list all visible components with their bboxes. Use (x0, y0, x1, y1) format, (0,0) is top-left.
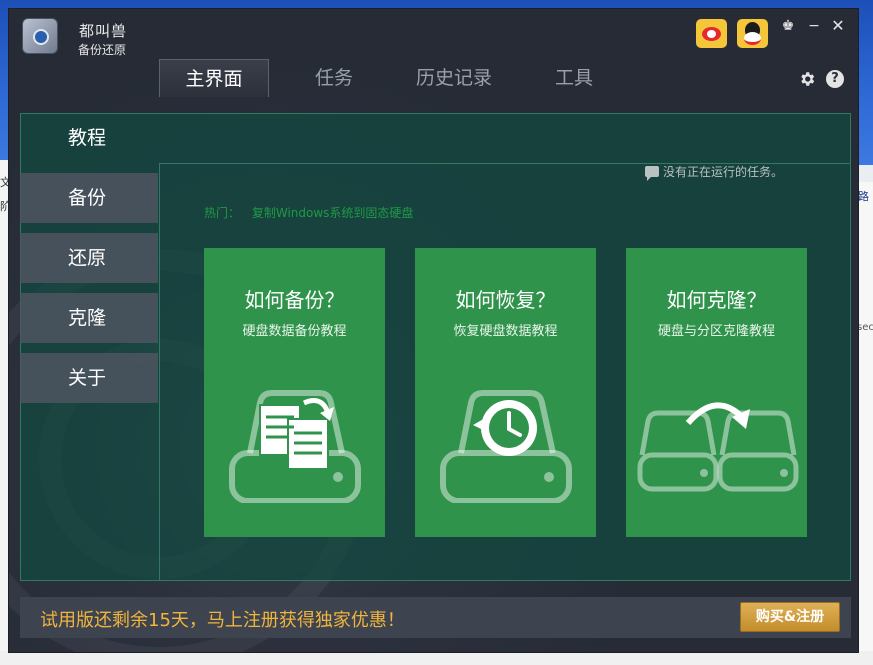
qq-icon[interactable] (737, 19, 768, 48)
help-button[interactable]: ? (826, 70, 844, 88)
card-title: 如何恢复？ (455, 288, 556, 312)
clone-drives-icon (637, 402, 799, 492)
restore-tutorial-card[interactable]: 如何恢复？ 恢复硬盘数据教程 (415, 248, 596, 537)
background-window-right: 路 sec (857, 182, 873, 665)
background-window-bottom (0, 651, 873, 665)
card-subtitle: 恢复硬盘数据教程 (453, 324, 558, 339)
desktop-screen: 文 阶 路 sec 都叫兽 备份还原 ♚ − ✕ 主界面 任务 历史记录 工具 (0, 0, 873, 665)
card-title: 如何备份？ (244, 288, 345, 312)
tab-main[interactable]: 主界面 (159, 59, 269, 97)
weibo-icon[interactable] (696, 19, 727, 48)
restore-drive-icon (440, 390, 572, 503)
trial-promo-text: 试用版还剩余15天，马上注册获得独家优惠！ (40, 610, 405, 631)
hot-topic-link[interactable]: 复制Windows系统到固态硬盘 (252, 206, 414, 220)
skin-button[interactable]: ♚ (779, 17, 797, 35)
app-window: 都叫兽 备份还原 ♚ − ✕ 主界面 任务 历史记录 工具 ? 教程 备份 还原… (8, 8, 859, 653)
speech-bubble-icon (645, 166, 659, 181)
title-bar[interactable]: 都叫兽 备份还原 ♚ − ✕ (9, 9, 858, 61)
card-title: 如何克隆？ (666, 288, 767, 312)
nav-item-restore[interactable]: 还原 (20, 233, 158, 283)
buy-register-button[interactable]: 购买&注册 (740, 602, 840, 632)
nav-item-tutorial[interactable]: 教程 (20, 113, 158, 163)
tab-tools[interactable]: 工具 (519, 59, 629, 97)
hot-topic: 热门： 复制Windows系统到固态硬盘 (204, 204, 413, 221)
backup-tutorial-card[interactable]: 如何备份？ 硬盘数据备份教程 (204, 248, 385, 537)
nav-item-about[interactable]: 关于 (20, 353, 158, 403)
background-text-fragment: sec (857, 322, 873, 333)
clone-tutorial-card[interactable]: 如何克隆？ 硬盘与分区克隆教程 (626, 248, 807, 537)
footer-bar: 试用版还剩余15天，马上注册获得独家优惠！ 购买&注册 (20, 597, 851, 638)
card-subtitle: 硬盘数据备份教程 (242, 324, 347, 339)
close-button[interactable]: ✕ (829, 17, 847, 35)
brand-logotype: 都叫兽 (79, 22, 128, 40)
nav-item-clone[interactable]: 克隆 (20, 293, 158, 343)
card-subtitle: 硬盘与分区克隆教程 (657, 324, 775, 339)
app-name: 备份还原 (78, 43, 127, 57)
app-logo-icon (22, 18, 58, 54)
settings-gear-icon[interactable] (798, 70, 816, 88)
backup-drive-icon (229, 390, 361, 503)
hot-topic-label: 热门： (204, 206, 241, 220)
nav-item-backup[interactable]: 备份 (20, 173, 158, 223)
tab-tasks[interactable]: 任务 (279, 59, 389, 97)
minimize-button[interactable]: − (805, 17, 823, 35)
task-status: 没有正在运行的任务。 (645, 163, 784, 181)
tab-history[interactable]: 历史记录 (399, 59, 509, 97)
background-text-fragment: 路 (858, 190, 869, 203)
task-status-text: 没有正在运行的任务。 (663, 165, 784, 179)
